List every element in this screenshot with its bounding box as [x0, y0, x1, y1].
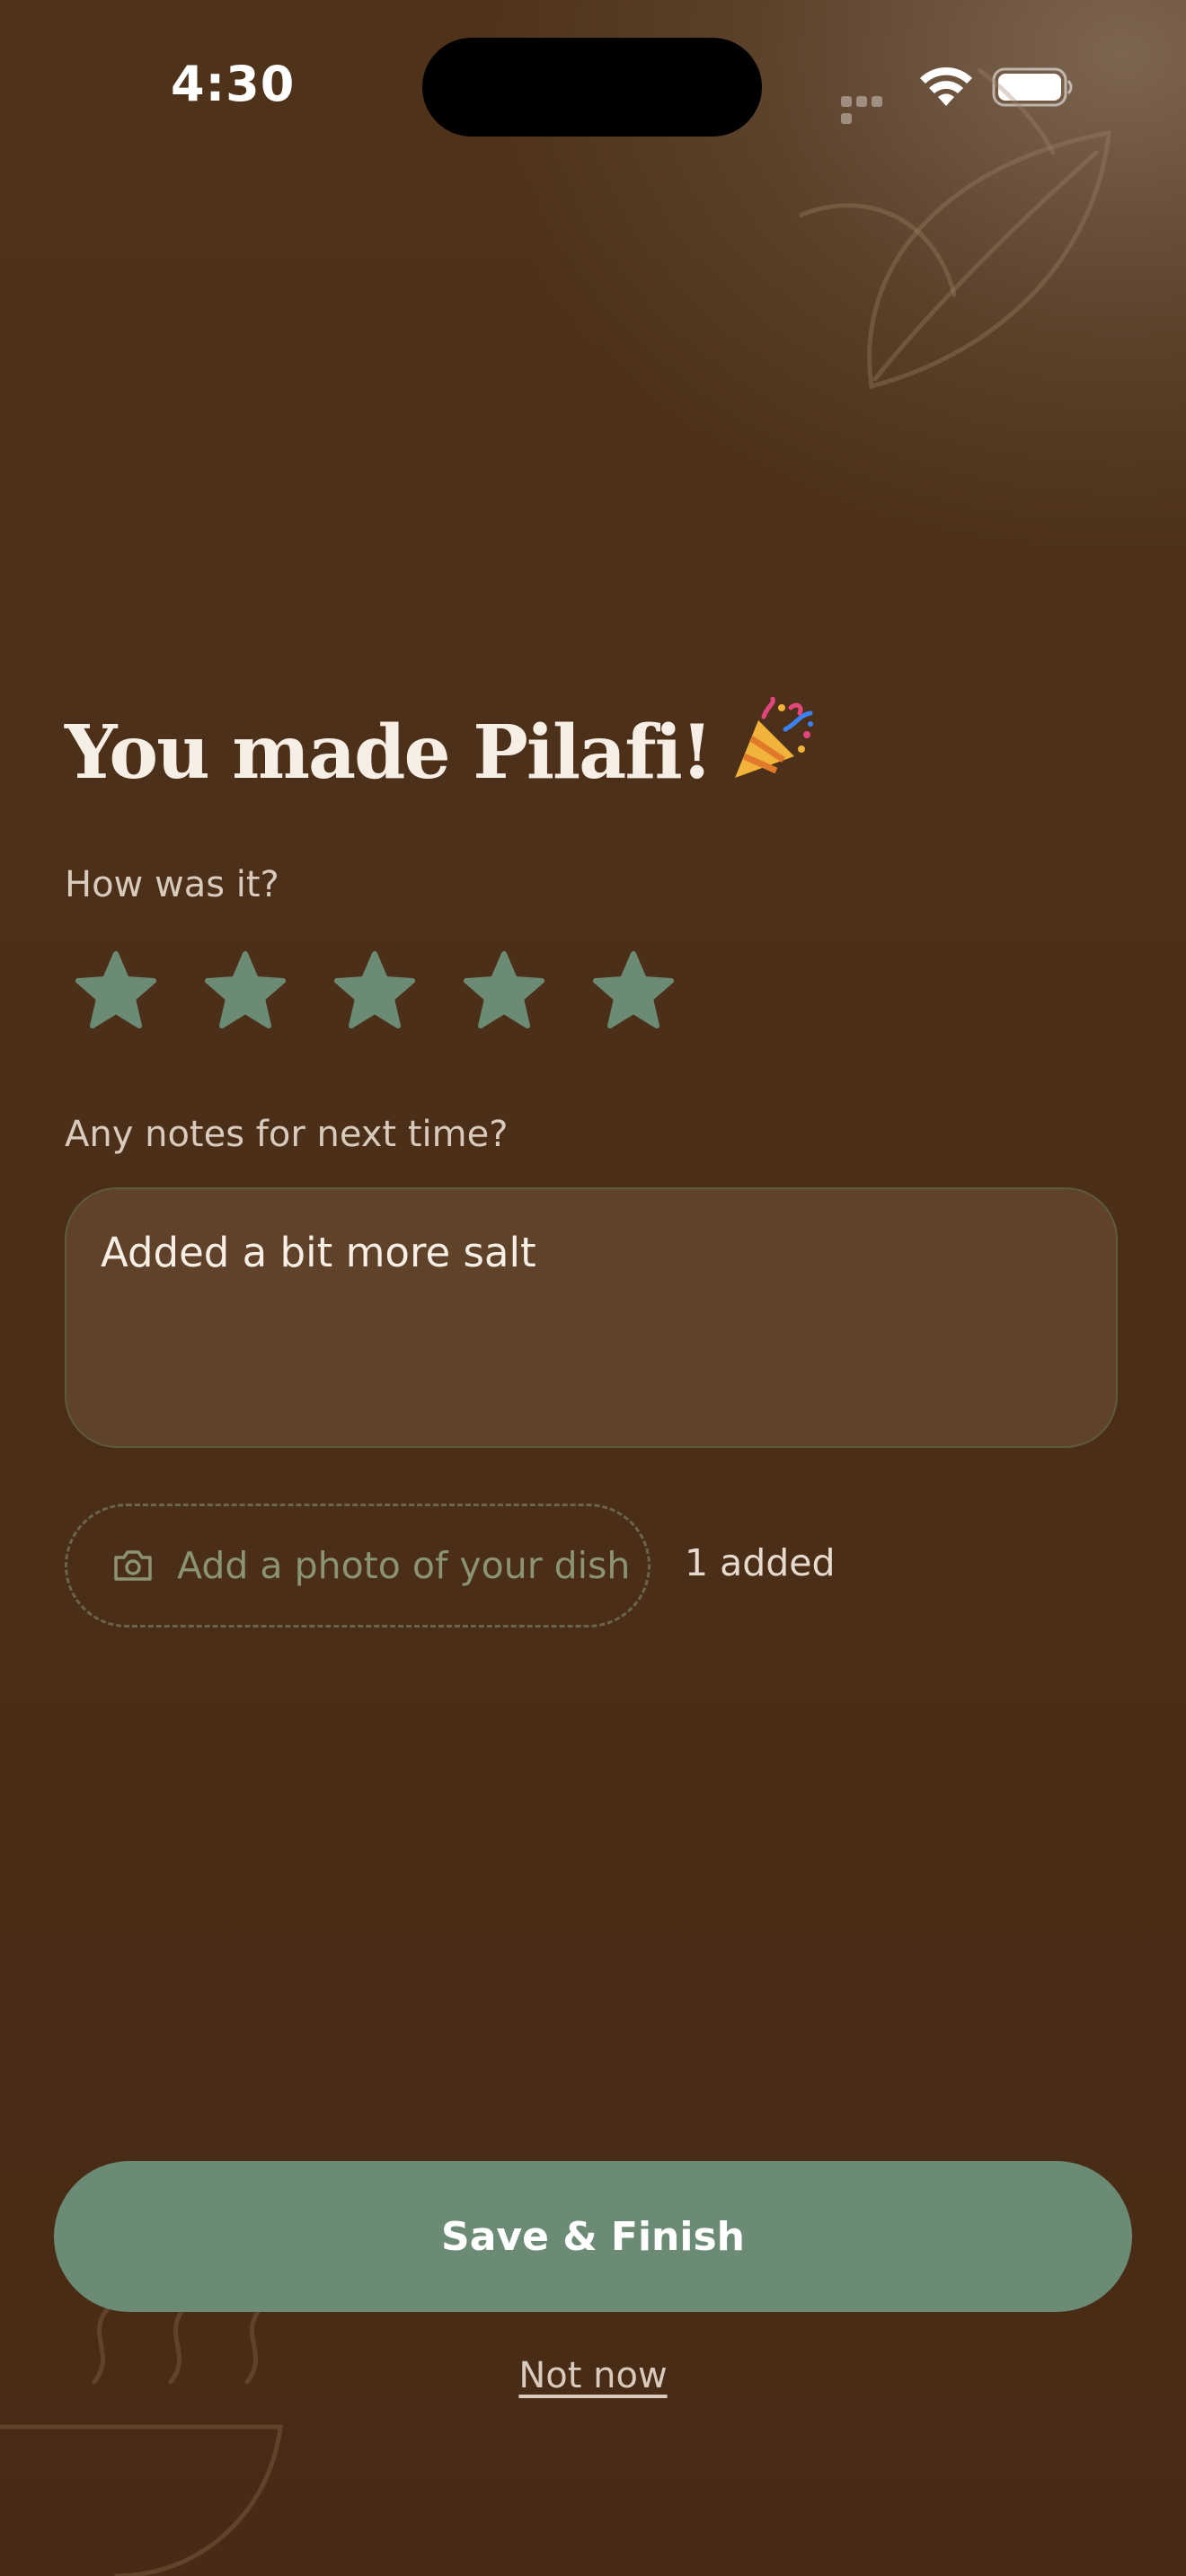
leaf-decoration-icon — [800, 67, 1111, 390]
bowl-decoration-icon — [0, 2306, 283, 2576]
notes-label: Any notes for next time? — [65, 1114, 509, 1155]
save-and-finish-button[interactable]: Save & Finish — [54, 2161, 1132, 2312]
star-3-icon[interactable] — [332, 950, 417, 1031]
star-1-icon[interactable] — [74, 950, 158, 1031]
rating-label: How was it? — [65, 864, 279, 905]
dynamic-island — [422, 38, 762, 137]
page-title-text: You made Pilafi! — [65, 710, 713, 796]
status-time: 4:30 — [171, 56, 296, 112]
notes-field-value: Added a bit more salt — [101, 1229, 536, 1276]
photo-count: 1 added — [685, 1541, 836, 1584]
camera-icon — [114, 1550, 152, 1581]
star-2-icon[interactable] — [203, 950, 288, 1031]
star-rating[interactable] — [74, 950, 676, 1031]
star-4-icon[interactable] — [462, 950, 546, 1031]
add-photo-button[interactable]: Add a photo of your dish — [65, 1504, 651, 1628]
add-photo-label: Add a photo of your dish — [177, 1544, 631, 1587]
star-5-icon[interactable] — [591, 950, 676, 1031]
notes-field[interactable]: Added a bit more salt — [65, 1187, 1118, 1448]
not-now-link[interactable]: Not now — [0, 2355, 1186, 2396]
page-title: You made Pilafi! — [65, 697, 818, 796]
party-popper-icon — [734, 697, 813, 778]
